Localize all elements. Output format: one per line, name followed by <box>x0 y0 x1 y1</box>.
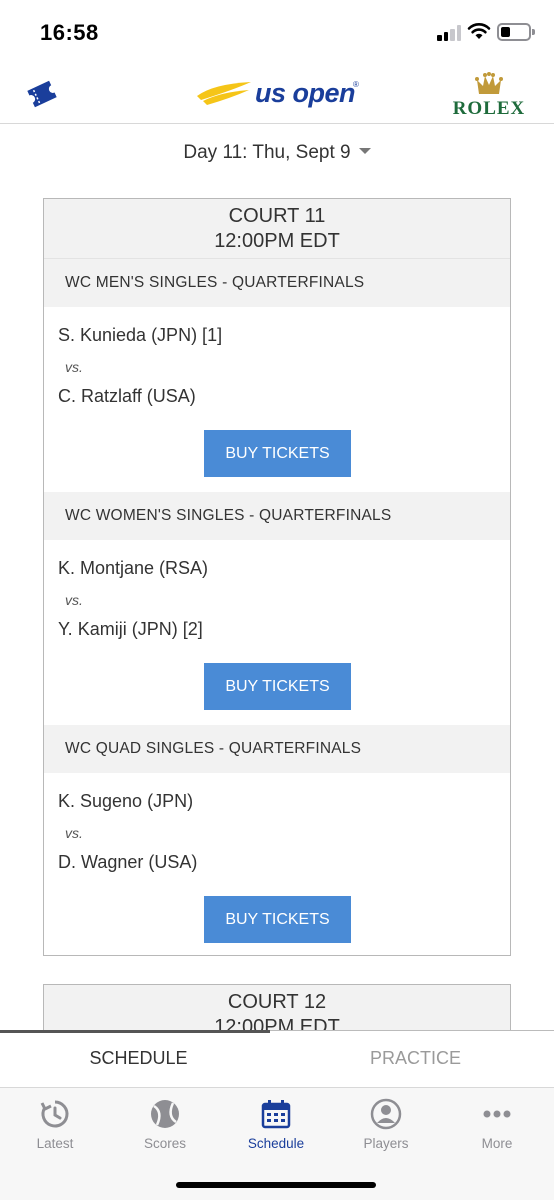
tab-scores[interactable]: Scores <box>110 1098 220 1162</box>
tab-more[interactable]: More <box>442 1098 552 1162</box>
wifi-icon <box>467 23 491 39</box>
event-title: WC MEN'S SINGLES - QUARTERFINALS <box>44 259 510 307</box>
us-open-logo: us open ® <box>193 76 363 112</box>
tab-schedule[interactable]: SCHEDULE <box>0 1048 277 1069</box>
schedule-practice-tabs: SCHEDULE PRACTICE <box>0 1030 554 1088</box>
tennis-ball-icon <box>151 1100 179 1128</box>
court-name: COURT 11 <box>228 205 326 227</box>
match: K. Sugeno (JPN) vs. D. Wagner (USA) BUY … <box>44 773 510 958</box>
buy-tickets-button[interactable]: BUY TICKETS <box>204 430 351 477</box>
tab-label: Scores <box>143 1136 187 1151</box>
match: K. Montjane (RSA) vs. Y. Kamiji (JPN) [2… <box>44 540 510 725</box>
player-one: S. Kunieda (JPN) [1] <box>58 325 223 345</box>
tab-players[interactable]: Players <box>331 1098 441 1162</box>
player-one: K. Sugeno (JPN) <box>58 791 194 811</box>
tab-label: Latest <box>36 1136 74 1151</box>
more-dots-icon <box>483 1110 511 1118</box>
player-two: C. Ratzlaff (USA) <box>58 386 196 406</box>
tab-practice[interactable]: PRACTICE <box>277 1048 554 1069</box>
player-one: K. Montjane (RSA) <box>58 558 209 578</box>
home-indicator <box>176 1182 376 1188</box>
court-name: COURT 12 <box>227 991 327 1013</box>
day-selector[interactable]: Day 11: Thu, Sept 9 <box>0 142 554 168</box>
event-title: WC WOMEN'S SINGLES - QUARTERFINALS <box>44 492 510 540</box>
match: S. Kunieda (JPN) [1] vs. C. Ratzlaff (US… <box>44 307 510 492</box>
court-time: 12:00PM EDT <box>214 230 340 252</box>
court-header: COURT 11 12:00PM EDT <box>44 199 510 259</box>
person-icon <box>370 1098 402 1130</box>
buy-tickets-button[interactable]: BUY TICKETS <box>204 896 351 943</box>
crown-icon <box>475 72 503 94</box>
caret-down-icon <box>358 148 371 154</box>
tab-label: Schedule <box>247 1136 305 1151</box>
tab-label: Players <box>363 1136 409 1151</box>
status-bar: 16:58 <box>0 0 554 66</box>
tab-track <box>270 1030 554 1031</box>
cellular-signal-icon <box>437 25 463 41</box>
calendar-icon <box>261 1100 291 1129</box>
active-tab-indicator <box>0 1030 270 1033</box>
refresh-clock-icon <box>40 1100 69 1128</box>
registered-mark: ® <box>353 80 359 89</box>
battery-icon <box>497 23 535 41</box>
player-two: Y. Kamiji (JPN) [2] <box>58 619 203 639</box>
court-card: COURT 11 12:00PM EDT WC MEN'S SINGLES - … <box>43 198 511 956</box>
day-label: Day 11: Thu, Sept 9 <box>183 142 351 163</box>
tab-schedule-nav[interactable]: Schedule <box>221 1098 331 1162</box>
tab-label: More <box>481 1136 513 1151</box>
versus-label: vs. <box>65 359 83 375</box>
versus-label: vs. <box>65 825 83 841</box>
event-title: WC QUAD SINGLES - QUARTERFINALS <box>44 725 510 773</box>
tab-latest[interactable]: Latest <box>0 1098 110 1162</box>
status-time: 16:58 <box>40 20 99 45</box>
rolex-logo[interactable]: ROLEX <box>448 70 530 120</box>
app-header: us open ® ROLEX <box>0 66 554 124</box>
buy-tickets-button[interactable]: BUY TICKETS <box>204 663 351 710</box>
ticket-icon[interactable] <box>24 78 60 110</box>
player-two: D. Wagner (USA) <box>58 852 198 872</box>
brand-text: us open <box>255 78 356 108</box>
sponsor-text: ROLEX <box>452 98 526 119</box>
versus-label: vs. <box>65 592 83 608</box>
